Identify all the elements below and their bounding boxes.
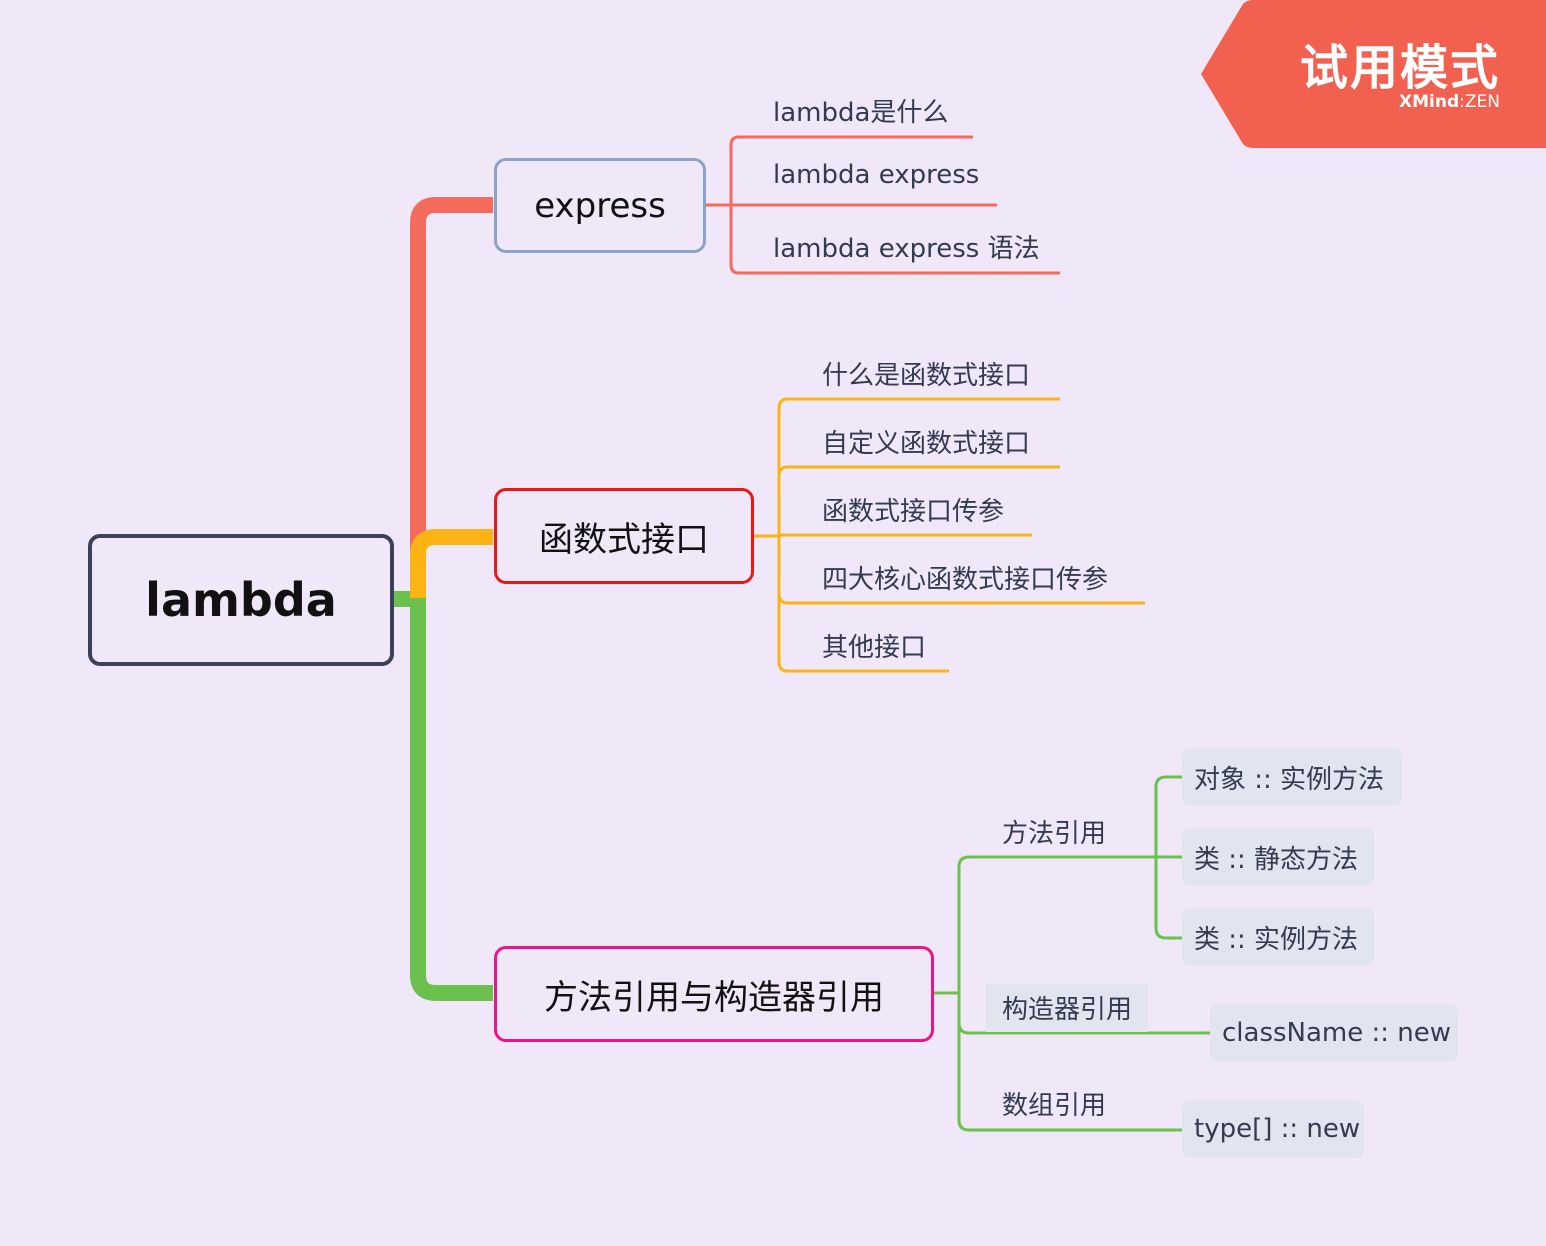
trial-mode-title: 试用模式 — [1299, 40, 1500, 96]
subtopic-lambda-syntax[interactable]: lambda express 语法 — [773, 228, 1040, 265]
subtopic-four-core-interfaces[interactable]: 四大核心函数式接口传参 — [822, 559, 1108, 596]
subtopic-method-ref[interactable]: 方法引用 — [1002, 813, 1106, 850]
subtopic-array-ref[interactable]: 数组引用 — [1002, 1085, 1106, 1122]
trial-mode-badge: 试用模式 XMind:ZEN — [1201, 0, 1546, 148]
item-class-static-method[interactable]: 类 :: 静态方法 — [1182, 828, 1374, 886]
subtopic-lambda-express[interactable]: lambda express — [773, 160, 979, 190]
root-topic[interactable]: lambda — [88, 534, 394, 666]
subtopic-what-functional-interface[interactable]: 什么是函数式接口 — [822, 355, 1030, 392]
topic-express[interactable]: express — [494, 158, 706, 253]
brand-suffix: ZEN — [1464, 92, 1500, 112]
xmind-logo: XMind:ZEN — [1399, 92, 1500, 112]
subtopic-constructor-ref[interactable]: 构造器引用 — [986, 984, 1149, 1032]
item-type-array-new[interactable]: type[] :: new — [1182, 1100, 1364, 1158]
subtopic-functional-interface-param[interactable]: 函数式接口传参 — [822, 491, 1004, 528]
item-classname-new[interactable]: className :: new — [1210, 1004, 1458, 1062]
brand-name: XMind — [1399, 92, 1460, 112]
subtopic-other-interfaces[interactable]: 其他接口 — [822, 627, 926, 664]
item-object-instance-method[interactable]: 对象 :: 实例方法 — [1182, 748, 1402, 806]
subtopic-lambda-what[interactable]: lambda是什么 — [773, 92, 948, 129]
item-class-instance-method[interactable]: 类 :: 实例方法 — [1182, 908, 1374, 966]
subtopic-custom-functional-interface[interactable]: 自定义函数式接口 — [822, 423, 1030, 460]
topic-functional-interface[interactable]: 函数式接口 — [494, 488, 754, 584]
topic-method-reference[interactable]: 方法引用与构造器引用 — [494, 946, 934, 1042]
